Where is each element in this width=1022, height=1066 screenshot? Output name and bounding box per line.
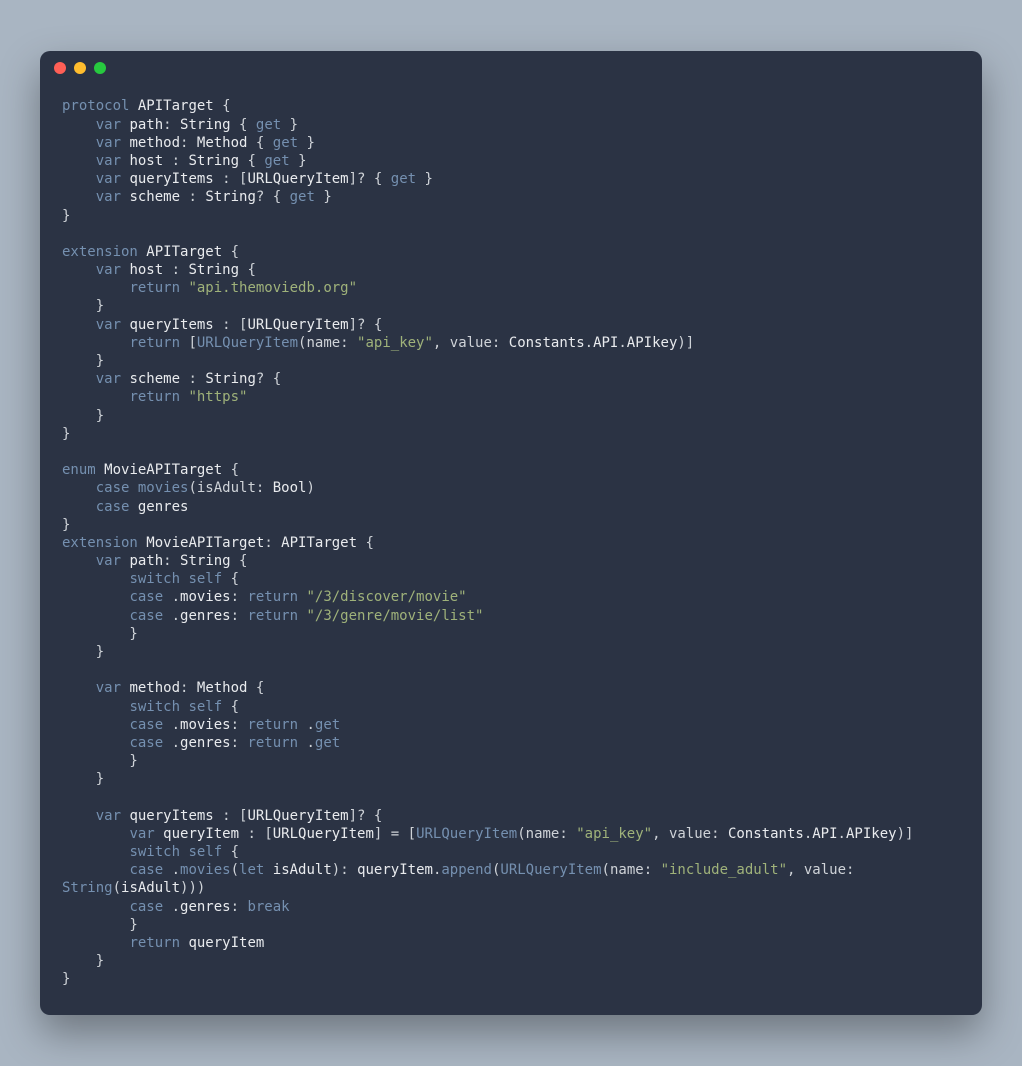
code-line bbox=[62, 661, 960, 679]
zoom-icon[interactable] bbox=[94, 62, 106, 74]
code-line: var host : String { get } bbox=[62, 152, 960, 170]
code-line: return [URLQueryItem(name: "api_key", va… bbox=[62, 334, 960, 352]
code-line: } bbox=[62, 752, 960, 770]
code-line: return queryItem bbox=[62, 934, 960, 952]
code-line: switch self { bbox=[62, 698, 960, 716]
minimize-icon[interactable] bbox=[74, 62, 86, 74]
code-line: case .genres: return "/3/genre/movie/lis… bbox=[62, 607, 960, 625]
code-line: return "api.themoviedb.org" bbox=[62, 279, 960, 297]
code-line: case genres bbox=[62, 498, 960, 516]
code-line: switch self { bbox=[62, 570, 960, 588]
code-line: } bbox=[62, 770, 960, 788]
code-line: var scheme : String? { get } bbox=[62, 188, 960, 206]
code-line: } bbox=[62, 425, 960, 443]
code-line: var queryItems : [URLQueryItem]? { bbox=[62, 316, 960, 334]
code-line: var host : String { bbox=[62, 261, 960, 279]
code-line: case .movies: return .get bbox=[62, 716, 960, 734]
code-line: extension MovieAPITarget: APITarget { bbox=[62, 534, 960, 552]
code-line: case .movies: return "/3/discover/movie" bbox=[62, 588, 960, 606]
code-line bbox=[62, 443, 960, 461]
close-icon[interactable] bbox=[54, 62, 66, 74]
code-line: var queryItem : [URLQueryItem] = [URLQue… bbox=[62, 825, 960, 843]
code-line: } bbox=[62, 207, 960, 225]
code-line: extension APITarget { bbox=[62, 243, 960, 261]
code-area[interactable]: protocol APITarget { var path: String { … bbox=[40, 85, 982, 1014]
code-line: } bbox=[62, 916, 960, 934]
code-line: case .movies(let isAdult): queryItem.app… bbox=[62, 861, 960, 879]
code-line: var queryItems : [URLQueryItem]? { bbox=[62, 807, 960, 825]
code-line: } bbox=[62, 952, 960, 970]
code-line: var path: String { bbox=[62, 552, 960, 570]
code-line: String(isAdult))) bbox=[62, 879, 960, 897]
code-line: var scheme : String? { bbox=[62, 370, 960, 388]
code-line bbox=[62, 789, 960, 807]
editor-window: protocol APITarget { var path: String { … bbox=[40, 51, 982, 1014]
code-line bbox=[62, 225, 960, 243]
window-titlebar bbox=[40, 51, 982, 85]
code-line: protocol APITarget { bbox=[62, 97, 960, 115]
code-line: } bbox=[62, 643, 960, 661]
code-line: case .genres: break bbox=[62, 898, 960, 916]
code-line: case .genres: return .get bbox=[62, 734, 960, 752]
code-line: } bbox=[62, 970, 960, 988]
code-line: } bbox=[62, 352, 960, 370]
code-line: } bbox=[62, 407, 960, 425]
code-line: var method: Method { bbox=[62, 679, 960, 697]
code-line: } bbox=[62, 625, 960, 643]
code-line: } bbox=[62, 297, 960, 315]
code-line: var method: Method { get } bbox=[62, 134, 960, 152]
code-line: var queryItems : [URLQueryItem]? { get } bbox=[62, 170, 960, 188]
code-line: } bbox=[62, 516, 960, 534]
code-line: case movies(isAdult: Bool) bbox=[62, 479, 960, 497]
code-line: enum MovieAPITarget { bbox=[62, 461, 960, 479]
code-line: var path: String { get } bbox=[62, 116, 960, 134]
code-line: return "https" bbox=[62, 388, 960, 406]
code-line: switch self { bbox=[62, 843, 960, 861]
